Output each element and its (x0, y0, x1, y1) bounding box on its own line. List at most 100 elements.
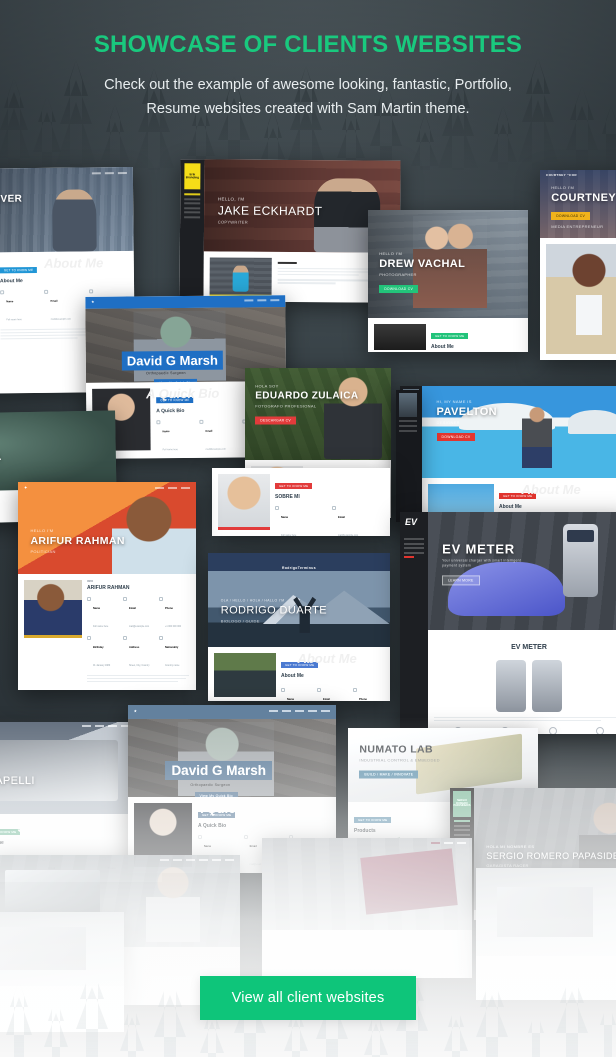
info-label: Email (205, 429, 213, 433)
person-photo (521, 406, 552, 469)
card-hero-text: Hi, my name is PAVELTON DESIGNER DOWNLOA… (436, 399, 497, 443)
showcase-card-portrait-red[interactable]: GET TO KNOW ME SOBRE MI Name Full name he… (212, 468, 390, 536)
subtitle-line-2: Resume websites created with Sam Martin … (146, 100, 470, 117)
ghost-heading: About Me (43, 255, 104, 271)
showcase-card-courtney[interactable]: COURTNEY "COR Hello I'm COURTNEY "COR DO… (540, 170, 616, 360)
card-hero-text: Hello I'm COURTNEY "COR DOWNLOAD CV MEDI… (551, 185, 616, 229)
card-role: CEO (0, 207, 22, 213)
card-hero-text: Ola / Hello / Hola / Hallo I'm RODRIGO D… (221, 598, 327, 623)
card-kicker: Hello I'm (551, 185, 575, 191)
card-cta[interactable]: DESCARGAR CV (255, 416, 296, 425)
card-role: DESIGNER (436, 419, 460, 425)
card-cta[interactable]: LEARN MORE (442, 575, 480, 586)
section-header: SHOWCASE OF CLIENTS WEBSITES Check out t… (0, 31, 616, 121)
about-chip: GET TO KNOW ME (0, 266, 38, 274)
info-label: Email (338, 516, 345, 519)
card-role: POLITICIAN (30, 548, 56, 554)
card-role: MEDIA ENTREPRENEUR (551, 224, 604, 230)
about-chip: GET TO KNOW ME (431, 333, 469, 339)
card-role: FOTOGRAFO PROFESIONAL (255, 403, 317, 409)
info-value: Full name here (162, 449, 178, 452)
about-photo (546, 244, 616, 354)
card-nav[interactable] (269, 710, 330, 712)
card-logo: COURTNEY "COR (546, 173, 577, 177)
info-label: Phone (359, 698, 367, 701)
ghost-heading: About Me (521, 482, 581, 497)
card-role: Orthopaedic Surgeon (145, 370, 186, 376)
about-title: SOBRE MI (275, 494, 300, 500)
card-name-banner: David G Marsh (121, 350, 223, 371)
showcase-card-drew-vachal[interactable]: Hello I'm DREW VACHAL PHOTOGRAPHER DOWNL… (368, 210, 528, 352)
info-value: 01 January 1980 (93, 665, 111, 667)
card-thumb (399, 393, 417, 417)
card-cta[interactable]: DOWNLOAD CV (379, 284, 419, 293)
info-label: Email (50, 299, 58, 303)
about-photo (218, 474, 270, 530)
showcase-card-arifur-rahman[interactable]: ✦ Hello I'm ARIFUR RAHMAN POLITICIAN INF… (18, 482, 196, 690)
card-cta[interactable]: DOWNLOAD CV (551, 212, 591, 221)
info-label: Email (323, 698, 330, 701)
showcase-card-dark-sidebar[interactable] (396, 390, 420, 522)
card-sidebar[interactable]: Erik Branding (179, 159, 205, 302)
card-name: EDUARDO ZULAICA (255, 390, 359, 402)
card-nav[interactable] (244, 299, 280, 302)
card-name: RODRIGO DUARTE (220, 604, 327, 617)
card-nav[interactable] (91, 172, 127, 175)
info-label: Name (6, 300, 14, 304)
card-name: JAKE ECKHARDT (217, 203, 323, 218)
ghost-heading: About Me (297, 651, 357, 666)
card-name: PAVELTON (436, 405, 497, 418)
view-all-client-websites-button[interactable]: View all client websites (199, 976, 417, 1020)
ev-product-shape (532, 660, 562, 712)
about-title: About Me (281, 673, 304, 679)
about-photo (214, 653, 276, 697)
card-kicker: Hola soy (255, 383, 279, 389)
card-name: COURTNEY "COR (551, 192, 616, 205)
info-value: Full name here (93, 626, 109, 628)
ev-product-shape (496, 660, 526, 712)
about-photo (24, 580, 82, 638)
about-title: About Me (0, 278, 23, 285)
info-label: Name (162, 430, 170, 434)
info-label: Name (281, 516, 289, 519)
info-label: Name (93, 607, 101, 610)
showcase-card-rodrigo-duarte[interactable]: RodrigoTerminus Ola / Hello / Hola / Hal… (208, 553, 390, 701)
card-role: Your universal charger with smart intell… (442, 558, 522, 568)
info-value: mail@example.com (338, 535, 359, 536)
card-hero-text: Hola soy EDUARDO ZULAICA FOTOGRAFO PROFE… (255, 383, 358, 426)
card-hero-text: Hello I'm ARIFUR RAHMAN POLITICIAN (30, 528, 124, 554)
card-kicker: Hello I'm (0, 187, 22, 193)
info-value: mail@example.com (129, 626, 150, 628)
about-title: About Me (431, 344, 454, 350)
card-name: EV METER (442, 541, 515, 557)
person-photo (52, 189, 97, 252)
card-kicker: Hello, I'm (217, 196, 245, 202)
ev-logo-icon: EV (405, 517, 418, 527)
card-hero-text: EV METER Your universal charger with sma… (442, 541, 534, 586)
card-hero-text: Hello I'm DREW VACHAL PHOTOGRAPHER DOWNL… (379, 251, 465, 295)
info-label: Birthday (93, 646, 104, 649)
card-logo: ✦ (24, 485, 28, 490)
card-hero-text: O SOUZA SERVICOS (0, 451, 2, 471)
card-nav[interactable] (155, 486, 190, 489)
info-value: Country name (165, 665, 180, 667)
subtitle-line-1: Check out the example of awesome looking… (104, 77, 512, 94)
about-label: INFO (87, 580, 94, 583)
info-label: Email (129, 607, 136, 610)
card-role: BIOLOGO / GUIDE (220, 618, 260, 624)
info-value: mail@example.com (50, 318, 71, 321)
card-sidebar[interactable]: EV (400, 512, 428, 734)
card-role: PHOTOGRAPHER (379, 271, 417, 277)
page-title: SHOWCASE OF CLIENTS WEBSITES (93, 31, 523, 58)
ev-charger-shape (563, 523, 598, 597)
info-value: mail@example.com (205, 448, 226, 451)
info-label: Address (129, 646, 140, 649)
cta-container: View all client websites (0, 976, 616, 1020)
info-value: Full name here (6, 319, 22, 322)
card-cta[interactable]: DOWNLOAD CV (436, 432, 476, 441)
card-role: COPYWRITER (217, 219, 248, 225)
showcase-card-pavelton[interactable]: Hi, my name is PAVELTON DESIGNER DOWNLOA… (400, 386, 616, 526)
about-chip: GET TO KNOW ME (275, 483, 313, 489)
about-title: EV METER (511, 644, 547, 651)
showcase-card-ev-meter[interactable]: EV EV METER Your universal charger with … (400, 512, 616, 734)
